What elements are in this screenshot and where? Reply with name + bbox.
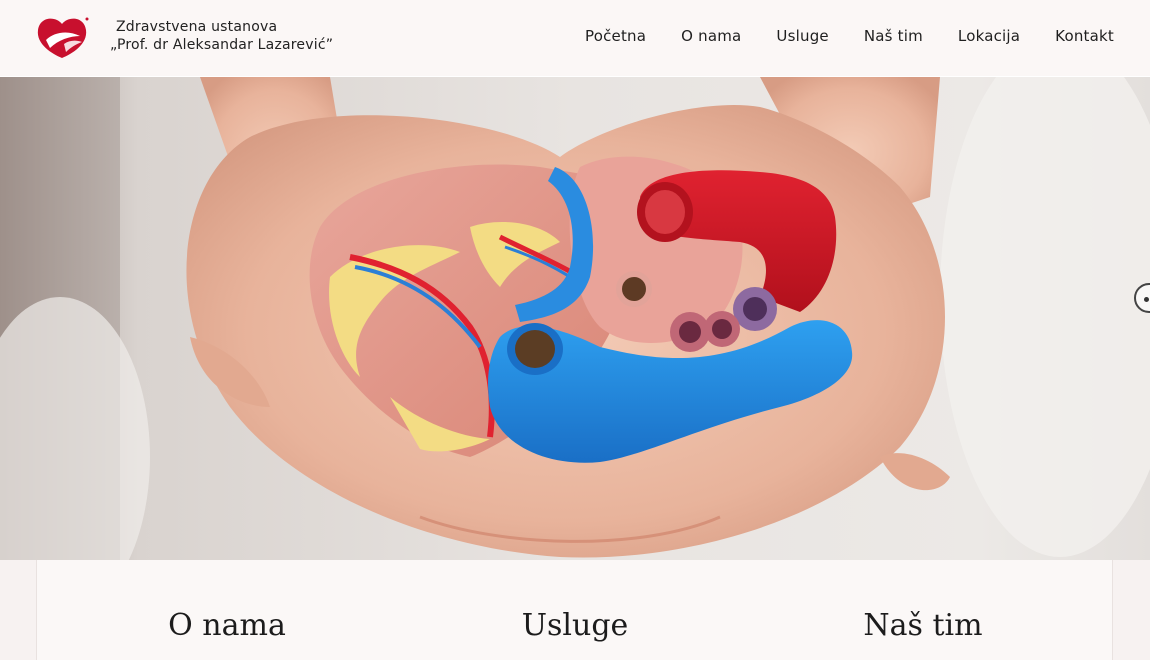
brand-line-1: Zdravstvena ustanova (116, 19, 278, 35)
features-section: O nama Usluge Naš tim (0, 560, 1150, 660)
nav-item-kontakt[interactable]: Kontakt (1055, 24, 1114, 48)
nav-item-o-nama[interactable]: O nama (681, 24, 741, 48)
section-title-o-nama[interactable]: O nama (168, 608, 286, 643)
hero-image (0, 77, 1150, 560)
hero-slider (0, 77, 1150, 560)
brand-name[interactable]: Zdravstvena ustanova „Prof. dr Aleksanda… (110, 18, 333, 54)
site-header: Zdravstvena ustanova „Prof. dr Aleksanda… (0, 0, 1150, 76)
features-cards: O nama Usluge Naš tim (36, 560, 1113, 660)
section-title-usluge[interactable]: Usluge (522, 608, 629, 643)
main-nav: Početna O nama Usluge Naš tim Lokacija K… (585, 24, 1114, 48)
chevron-right-icon (1144, 297, 1149, 302)
section-title-nas-tim[interactable]: Naš tim (863, 608, 982, 643)
brand-line-2: „Prof. dr Aleksandar Lazarević” (110, 37, 334, 53)
nav-item-usluge[interactable]: Usluge (776, 24, 828, 48)
nav-item-pocetna[interactable]: Početna (585, 24, 646, 48)
nav-item-nas-tim[interactable]: Naš tim (864, 24, 923, 48)
nav-item-lokacija[interactable]: Lokacija (958, 24, 1020, 48)
logo-icon[interactable] (34, 14, 90, 60)
